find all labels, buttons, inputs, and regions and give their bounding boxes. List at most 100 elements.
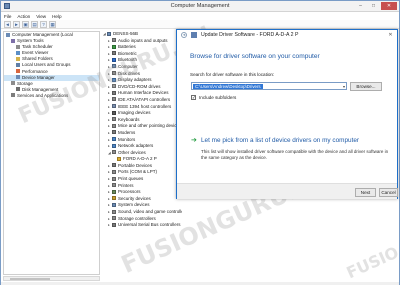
cancel-button[interactable]: Cancel xyxy=(379,188,398,197)
device-tree-label: Sound, video and game controllers xyxy=(118,209,182,215)
device-category-icon xyxy=(107,31,111,36)
horizontal-scrollbar[interactable] xyxy=(3,276,100,281)
device-category-icon xyxy=(112,163,116,168)
tree-node-label: Computer Management (Local xyxy=(12,32,73,37)
driver-path-value[interactable]: C:\Users\Andrew\Desktop\Drivers xyxy=(193,84,263,89)
device-tree-item[interactable]: ▸ Display adapters xyxy=(102,77,182,84)
device-tree-item[interactable]: ▸ IEEE 1394 host controllers xyxy=(102,104,182,111)
pick-from-list-link[interactable]: Let me pick from a list of device driver… xyxy=(201,137,359,144)
tree-node-label: Event Viewer xyxy=(22,50,49,56)
back-icon[interactable]: ◄ xyxy=(4,20,11,28)
device-tree-item[interactable]: ▸ Computer xyxy=(102,64,182,71)
device-tree-label: Keyboards xyxy=(118,116,140,122)
device-category-icon xyxy=(112,77,116,82)
device-tree-item[interactable]: ▸ IDE ATA/ATAPI controllers xyxy=(102,97,182,104)
device-tree-label: DENSS-56B xyxy=(113,31,139,36)
device-category-icon xyxy=(112,64,116,69)
device-tree-label: Portable Devices xyxy=(118,162,153,168)
close-button[interactable]: ✕ xyxy=(381,2,397,10)
device-category-icon xyxy=(112,38,116,43)
device-tree-item[interactable]: ▸ Imaging devices xyxy=(102,110,182,117)
device-tree-item[interactable]: ▸ Bluetooth xyxy=(102,57,182,64)
include-subfolders-checkbox[interactable]: ✓ xyxy=(191,95,196,100)
back-arrow-icon[interactable]: ◄ xyxy=(181,32,187,38)
device-tree-label: Storage controllers xyxy=(118,215,156,221)
device-tree-item[interactable]: ▸ Security devices xyxy=(102,196,182,203)
device-tree-item[interactable]: ▸ Mice and other pointing devices xyxy=(102,123,182,130)
device-tree-item[interactable]: ▸ Audio inputs and outputs xyxy=(102,38,182,45)
menu-view[interactable]: View xyxy=(36,14,46,19)
menu-action[interactable]: Action xyxy=(17,14,30,19)
dialog-title-bar: ◄ Update Driver Software - FORD A-D-A 2 … xyxy=(177,30,397,40)
device-tree-label: Biometric xyxy=(118,50,137,56)
driver-path-combobox[interactable]: C:\Users\Andrew\Desktop\Drivers ▾ xyxy=(191,82,347,90)
device-tree-item[interactable]: ▸ Human Interface Devices xyxy=(102,90,182,97)
device-tree-item[interactable]: ▸ Keyboards xyxy=(102,117,182,124)
tree-node-label: Shared Folders xyxy=(22,56,53,62)
device-tree-item[interactable]: ▸ Network adapters xyxy=(102,143,182,150)
menu-file[interactable]: File xyxy=(4,14,11,19)
device-tree-label: Security devices xyxy=(118,195,151,201)
help-icon[interactable]: ? xyxy=(40,20,47,28)
device-tree-item[interactable]: ▸ Universal Serial Bus controllers xyxy=(102,222,182,229)
device-category-icon xyxy=(112,97,116,102)
menu-help[interactable]: Help xyxy=(52,14,61,19)
tree-node-icon xyxy=(11,38,15,43)
device-tree-item[interactable]: ▸ Processors xyxy=(102,189,182,196)
device-tree-item[interactable]: ▸ Print queues xyxy=(102,176,182,183)
tree-node-icon xyxy=(11,81,15,86)
device-tree-item[interactable]: ▸ Biometric xyxy=(102,51,182,58)
tree-node-label: Storage xyxy=(17,80,33,86)
scan-hardware-icon[interactable]: ▦ xyxy=(49,20,56,28)
device-category-icon xyxy=(112,90,116,95)
title-bar: Computer Management – □ ✕ xyxy=(1,1,399,12)
tree-node-label: Disk Management xyxy=(22,86,59,92)
window-title: Computer Management xyxy=(170,3,230,9)
device-tree-label: FORD A-D-A 2 P xyxy=(123,156,157,162)
device-tree-item[interactable]: ▸ Sound, video and game controllers xyxy=(102,209,182,216)
device-tree-label: Disk drives xyxy=(118,70,141,76)
device-tree-item[interactable]: ▸ Ports (COM & LPT) xyxy=(102,169,182,176)
device-tree: ◢ DENSS-56B ▸ Audio inputs and outputs ▸ Batt… xyxy=(102,31,182,281)
scrollbar-thumb[interactable] xyxy=(10,278,50,280)
device-category-icon xyxy=(112,57,116,62)
show-hide-tree-icon[interactable]: ▣ xyxy=(22,20,29,28)
tree-node-icon xyxy=(11,93,15,98)
maximize-button[interactable]: □ xyxy=(368,2,379,10)
device-tree-item[interactable]: ▸ Portable Devices xyxy=(102,163,182,170)
device-category-icon xyxy=(112,202,116,207)
device-category-icon xyxy=(112,196,116,201)
properties-icon[interactable]: ▤ xyxy=(31,20,38,28)
device-tree-item[interactable]: ▸ System devices xyxy=(102,202,182,209)
device-tree-label: IDE ATA/ATAPI controllers xyxy=(118,96,171,102)
device-tree-item[interactable]: ▸ Disk drives xyxy=(102,71,182,78)
dialog-close-button[interactable]: ✕ xyxy=(386,31,395,39)
tree-node-icon xyxy=(16,87,20,92)
tree-node-label: Device Manager xyxy=(22,74,55,80)
device-category-icon xyxy=(112,130,116,135)
device-tree-item[interactable]: FORD A-D-A 2 P xyxy=(102,156,182,163)
menu-bar: File Action View Help xyxy=(1,12,399,20)
dialog-heading: Browse for driver software on your compu… xyxy=(190,53,320,60)
console-tree-item[interactable]: Services and Applications xyxy=(4,93,99,99)
device-tree-label: Computer xyxy=(118,63,138,69)
include-subfolders-label[interactable]: Include subfolders xyxy=(199,95,236,100)
device-tree-item[interactable]: ◢ Other devices xyxy=(102,150,182,157)
device-tree-item[interactable]: ▸ DVD/CD-ROM drives xyxy=(102,84,182,91)
forward-icon[interactable]: ► xyxy=(13,20,20,28)
next-button[interactable]: Next xyxy=(355,188,376,197)
device-tree-item[interactable]: ▸ Monitors xyxy=(102,137,182,144)
device-tree-item[interactable]: ▸ Batteries xyxy=(102,44,182,51)
search-location-label: Search for driver software in this locat… xyxy=(190,72,275,77)
tree-node-icon xyxy=(16,44,20,49)
minimize-button[interactable]: – xyxy=(355,2,366,10)
device-category-icon xyxy=(112,104,116,109)
device-tree-item[interactable]: ▸ Storage controllers xyxy=(102,216,182,223)
chevron-down-icon[interactable]: ▾ xyxy=(343,84,345,89)
device-tree-item[interactable]: ◢ DENSS-56B xyxy=(102,31,182,38)
device-category-icon xyxy=(112,216,116,221)
device-tree-label: Mice and other pointing devices xyxy=(118,123,182,129)
browse-button[interactable]: Browse... xyxy=(350,82,382,91)
device-tree-item[interactable]: ▸ Modems xyxy=(102,130,182,137)
device-tree-item[interactable]: ▸ Printers xyxy=(102,183,182,190)
